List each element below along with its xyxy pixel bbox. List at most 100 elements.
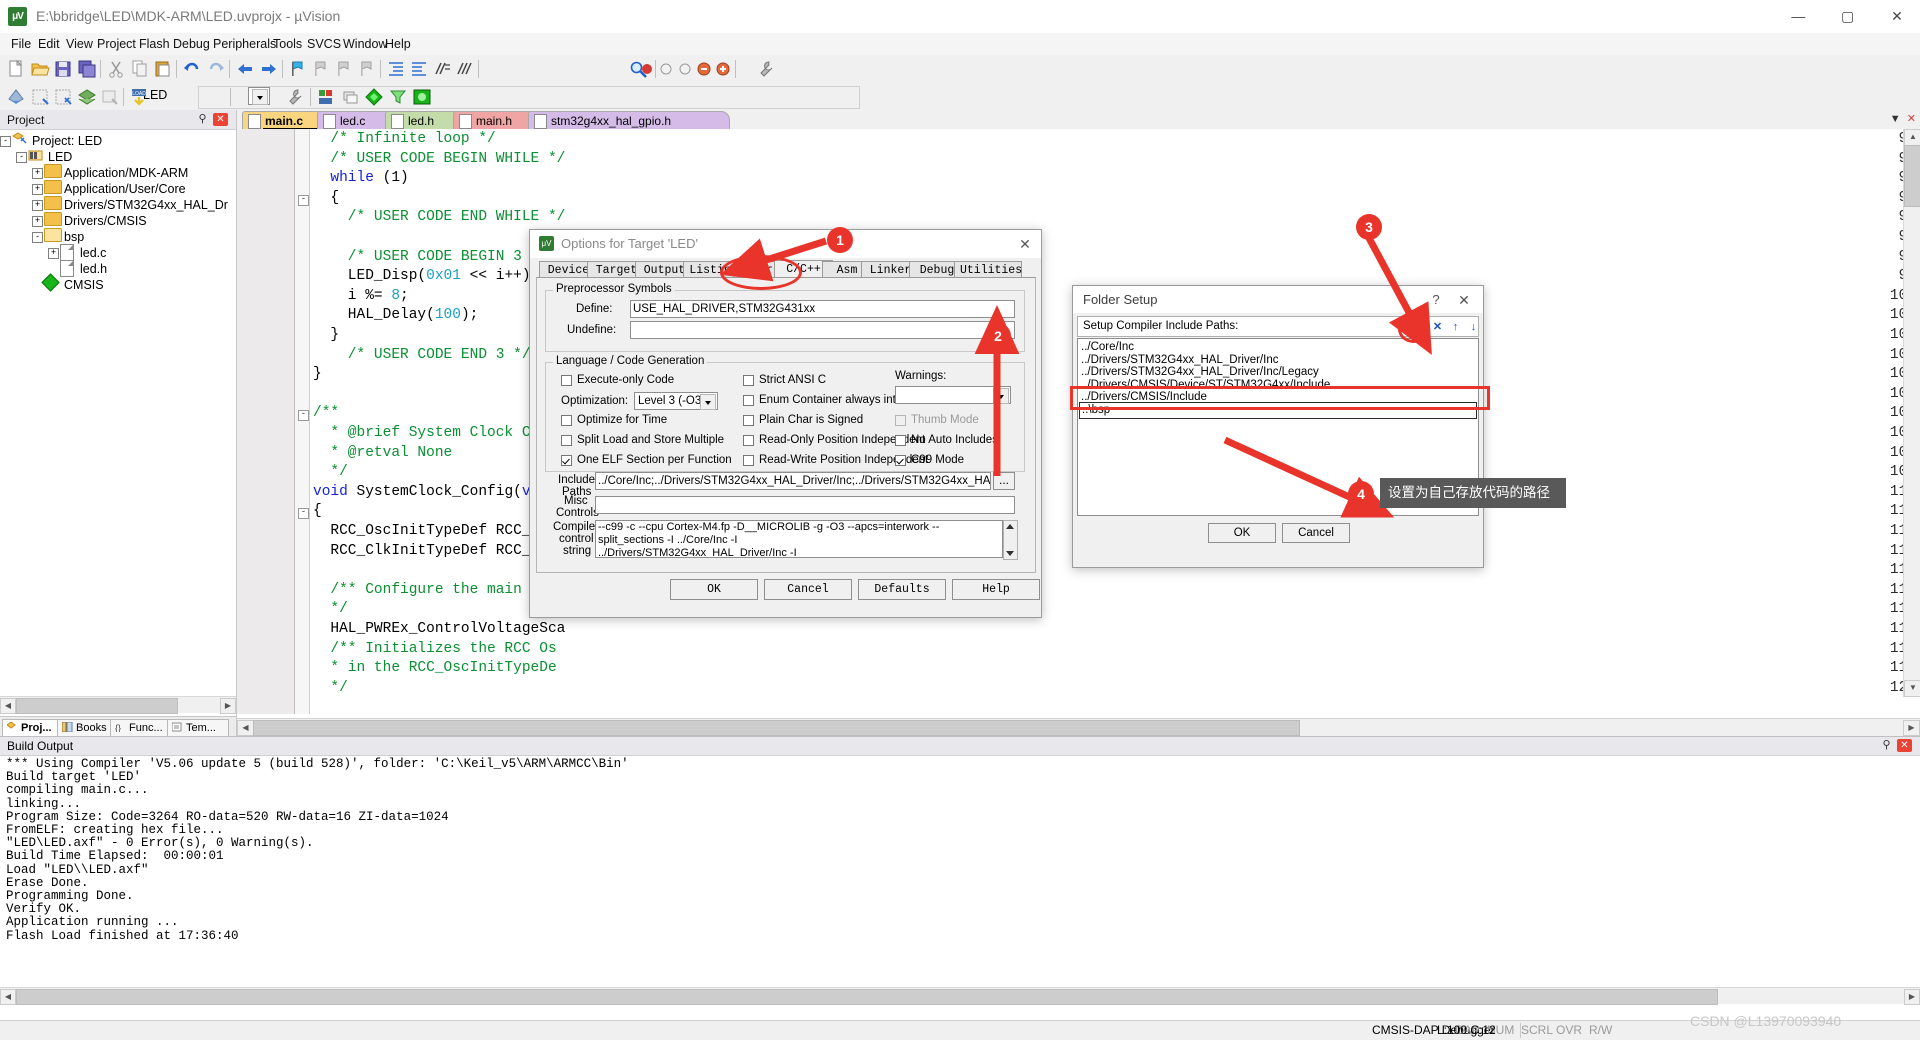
clear-bookmarks-icon[interactable]	[357, 59, 377, 79]
maximize-button[interactable]: ▢	[1825, 0, 1871, 33]
codegen-mid-checkbox-1[interactable]	[743, 395, 754, 406]
editor-vscrollbar[interactable]: ▲ ▼	[1903, 129, 1920, 697]
folder-dialog-close-icon[interactable]: ✕	[1454, 291, 1474, 309]
tree-expander[interactable]: +	[32, 184, 43, 195]
folder-cancel-button[interactable]: Cancel	[1282, 523, 1350, 543]
define-input[interactable]: USE_HAL_DRIVER,STM32G431xx	[630, 300, 1015, 318]
navigate-forward-icon[interactable]	[259, 59, 279, 79]
editor-hscrollbar[interactable]: ◀ ▶	[237, 718, 1920, 736]
codegen-right-checkbox-1[interactable]	[895, 435, 906, 446]
fold-toggle[interactable]: -	[298, 194, 309, 206]
compiler-control-string[interactable]: --c99 -c --cpu Cortex-M4.fp -D__MICROLIB…	[595, 520, 1003, 558]
cut-icon[interactable]	[106, 59, 126, 79]
minimize-button[interactable]: —	[1775, 0, 1821, 33]
download-icon[interactable]: LOAD	[129, 87, 149, 107]
save-all-icon[interactable]	[77, 59, 97, 79]
options-dialog-close-icon[interactable]: ✕	[1015, 235, 1035, 253]
tree-expander[interactable]: +	[32, 168, 43, 179]
navigate-back-icon[interactable]	[235, 59, 255, 79]
misc-controls-input[interactable]	[595, 496, 1015, 514]
fold-toggle[interactable]: -	[298, 508, 309, 520]
options-help-button[interactable]: Help	[952, 579, 1040, 600]
new-file-icon[interactable]	[6, 59, 26, 79]
next-bookmark-icon[interactable]	[334, 59, 354, 79]
undo-icon[interactable]	[182, 59, 202, 79]
scroll-left-icon[interactable]: ◀	[0, 698, 16, 714]
move-up-icon[interactable]: ↑	[1448, 320, 1463, 335]
chevron-down-icon[interactable]	[993, 388, 1009, 404]
delete-icon[interactable]: ✕	[1430, 320, 1445, 335]
comment-icon[interactable]	[432, 59, 452, 79]
build-scroll-right-icon[interactable]: ▶	[1904, 989, 1920, 1005]
codegen-left-checkbox-1[interactable]	[561, 435, 572, 446]
stop-build-icon[interactable]	[100, 87, 120, 107]
scroll-down-icon[interactable]: ▼	[1904, 680, 1920, 697]
build-pin-icon[interactable]: ⚲	[1880, 739, 1893, 752]
tree-expander[interactable]: -	[32, 232, 43, 243]
hscroll-right-icon[interactable]: ▶	[1903, 720, 1920, 736]
close-icon[interactable]: ✕	[213, 113, 228, 126]
uncomment-icon[interactable]	[455, 59, 475, 79]
hscroll-left-icon[interactable]: ◀	[237, 720, 254, 736]
include-path-row[interactable]: ../Core/Inc	[1081, 341, 1134, 353]
build-hscrollbar[interactable]: ◀ ▶	[0, 987, 1920, 1005]
project-hscrollbar[interactable]: ◀ ▶	[0, 696, 236, 714]
scroll-right-icon[interactable]: ▶	[220, 698, 236, 714]
configure-icon[interactable]	[756, 59, 776, 79]
toggle-bookmark-icon[interactable]	[288, 59, 308, 79]
menu-edit[interactable]: Edit	[33, 36, 65, 52]
codegen-mid-checkbox-4[interactable]	[743, 455, 754, 466]
tree-expander[interactable]: +	[32, 216, 43, 227]
pin-icon[interactable]: ⚲	[196, 113, 209, 126]
include-paths-browse-button[interactable]: ...	[993, 472, 1015, 490]
codegen-left-checkbox-2[interactable]	[561, 455, 572, 466]
insert-breakpoint-icon[interactable]	[694, 59, 714, 79]
batch-build-icon[interactable]	[77, 87, 97, 107]
close-button[interactable]: ✕	[1874, 0, 1920, 33]
build-icon[interactable]	[30, 87, 50, 107]
rebuild-icon[interactable]	[53, 87, 73, 107]
options-defaults-button[interactable]: Defaults	[858, 579, 946, 600]
build-close-icon[interactable]: ✕	[1897, 739, 1912, 752]
move-down-icon[interactable]: ↓	[1466, 320, 1481, 335]
compiler-string-scrollbar[interactable]	[1003, 520, 1018, 560]
tabstrip-controls[interactable]: ▼ ✕	[1890, 112, 1916, 125]
folder-ok-button[interactable]: OK	[1208, 523, 1276, 543]
open-file-icon[interactable]	[30, 59, 50, 79]
codegen-mid-checkbox-3[interactable]	[743, 435, 754, 446]
tree-expander[interactable]: +	[32, 200, 43, 211]
editor-tab-stm32g4xx_hal_gpio-h[interactable]: stm32g4xx_hal_gpio.h	[528, 111, 730, 130]
breakpoint-icon[interactable]	[637, 59, 657, 79]
translate-icon[interactable]	[6, 87, 26, 107]
save-icon[interactable]	[53, 59, 73, 79]
project-tree[interactable]: - Project: LED - LED + Application/MDK-ARM + Ap…	[0, 130, 236, 715]
include-path-row[interactable]: ../Drivers/STM32G4xx_HAL_Driver/Inc	[1081, 354, 1278, 366]
build-scroll-left-icon[interactable]: ◀	[0, 989, 16, 1005]
build-scroll-thumb[interactable]	[16, 989, 1718, 1005]
hscroll-thumb[interactable]	[253, 720, 1300, 736]
breakpoint-disable-icon[interactable]	[656, 59, 676, 79]
breakpoint-kill-icon[interactable]	[675, 59, 695, 79]
fold-toggle[interactable]: -	[298, 410, 309, 422]
tree-item[interactable]: CMSIS	[64, 276, 104, 295]
help-icon[interactable]: ?	[1427, 291, 1445, 309]
include-path-row[interactable]: ../Drivers/STM32G4xx_HAL_Driver/Inc/Lega…	[1081, 366, 1319, 378]
fold-column[interactable]	[295, 129, 310, 714]
indent-icon[interactable]	[386, 59, 406, 79]
remove-breakpoints-icon[interactable]	[713, 59, 733, 79]
tree-expander[interactable]: +	[48, 248, 59, 259]
options-ok-button[interactable]: OK	[670, 579, 758, 600]
warnings-select[interactable]	[895, 386, 1011, 404]
tree-expander[interactable]: -	[0, 136, 11, 147]
menu-help[interactable]: Help	[380, 36, 416, 52]
codegen-mid-checkbox-2[interactable]	[743, 415, 754, 426]
menu-file[interactable]: File	[6, 36, 36, 52]
redo-icon[interactable]	[206, 59, 226, 79]
previous-bookmark-icon[interactable]	[311, 59, 331, 79]
optimization-select[interactable]: Level 3 (-O3)	[634, 392, 718, 410]
exec-only-checkbox-0[interactable]	[561, 375, 572, 386]
paste-icon[interactable]	[153, 59, 173, 79]
include-paths-input[interactable]: ../Core/Inc;../Drivers/STM32G4xx_HAL_Dri…	[595, 472, 991, 490]
options-cancel-button[interactable]: Cancel	[764, 579, 852, 600]
build-output-text[interactable]: *** Using Compiler 'V5.06 update 5 (buil…	[0, 756, 1920, 1004]
